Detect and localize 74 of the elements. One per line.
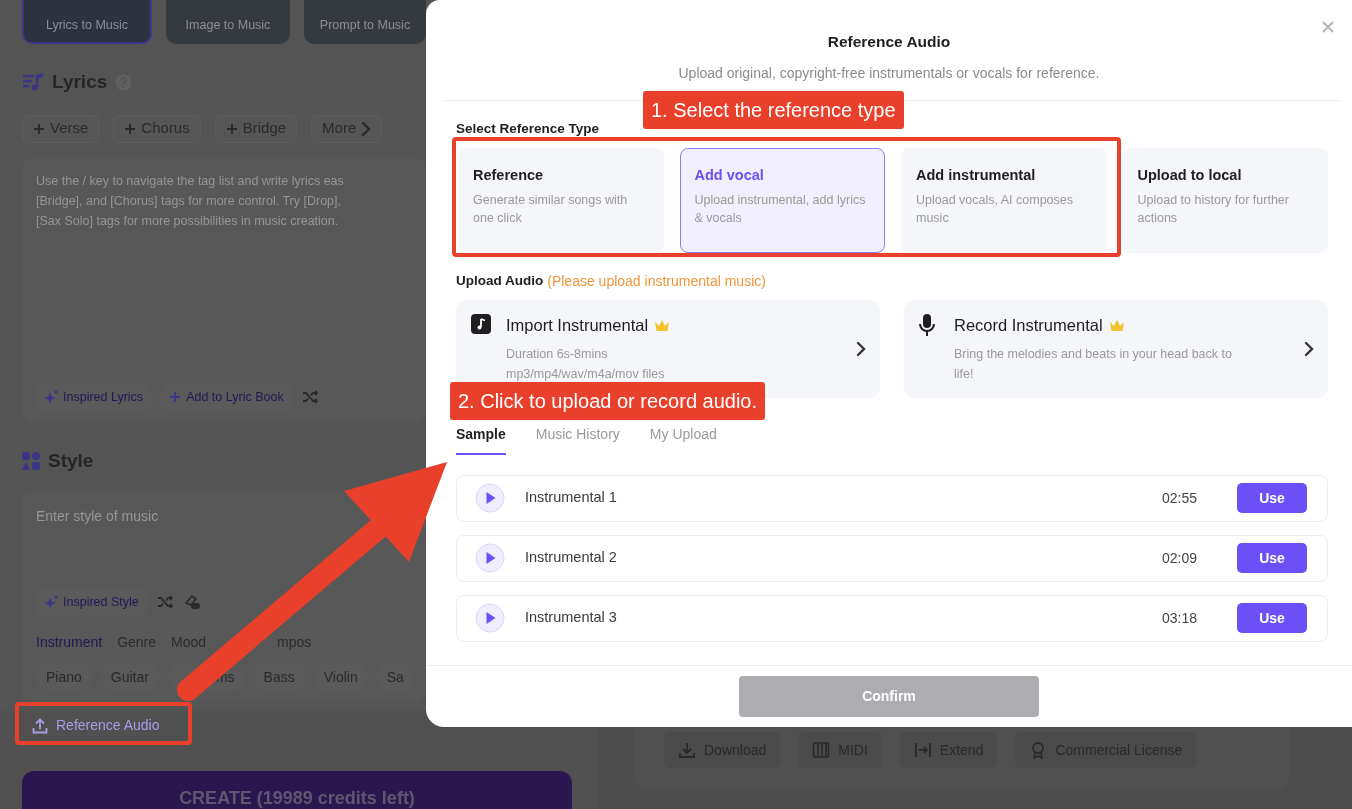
use-button[interactable]: Use bbox=[1237, 543, 1307, 573]
tab[interactable]: Sample bbox=[456, 423, 506, 455]
extend-icon bbox=[913, 741, 932, 759]
tab[interactable]: Music History bbox=[535, 423, 620, 455]
microphone-icon bbox=[918, 313, 936, 338]
music-file-icon bbox=[470, 313, 492, 336]
option-title: Import Instrumental bbox=[506, 315, 649, 337]
chevron-right-icon bbox=[361, 120, 372, 137]
callout-label: 2. Click to upload or record audio. bbox=[450, 382, 766, 420]
option-description: Bring the melodies and beats in your head back to bbox=[954, 345, 1232, 363]
lyrics-field[interactable]: Use the / key to navigate the tag list and write lyrics eas [Bridge], and [Chorus] tags for more control. Try [Drop], [Sax Solo] tags for more possibilities in music creation. Inspired Lyrics Add to Lyric Book bbox=[22, 158, 426, 421]
reference-type-card[interactable]: Reference Generate similar songs with one click bbox=[458, 147, 664, 253]
option-description: life! bbox=[954, 365, 975, 383]
dialog-subtitle: Upload original, copyright-free instrumentals or vocals for reference. bbox=[677, 64, 1101, 84]
tab[interactable]: My Upload bbox=[649, 423, 717, 455]
track-duration: 03:18 bbox=[1161, 608, 1197, 628]
track-name: Instrumental 1 bbox=[525, 488, 618, 508]
use-button[interactable]: Use bbox=[1237, 483, 1307, 513]
sparkle-icon bbox=[44, 390, 58, 405]
mode-card[interactable]: Lyrics to Music bbox=[22, 0, 152, 44]
upload-note: (Please upload instrumental music) bbox=[547, 271, 766, 291]
play-icon bbox=[475, 483, 505, 513]
reference-type-card[interactable]: Add vocal Upload instrumental, add lyrics & vocals bbox=[679, 147, 885, 253]
crown-icon bbox=[1108, 319, 1125, 332]
card-title: Add instrumental bbox=[916, 165, 1037, 185]
track-duration: 02:09 bbox=[1161, 548, 1197, 568]
download-icon bbox=[678, 741, 696, 759]
upload-icon bbox=[32, 717, 48, 734]
lyrics-icon bbox=[22, 72, 44, 93]
track-name: Instrumental 3 bbox=[525, 608, 618, 628]
option-title: Record Instrumental bbox=[954, 315, 1103, 337]
use-button[interactable]: Use bbox=[1237, 603, 1307, 633]
reference-type-card[interactable]: Upload to local Upload to history for further actions bbox=[1122, 147, 1328, 253]
reference-type-card[interactable]: Add instrumental Upload vocals, AI composes music bbox=[901, 147, 1107, 253]
option-description: mp3/mp4/wav/m4a/mov files bbox=[506, 365, 666, 383]
section-heading: Upload Audio bbox=[456, 271, 544, 290]
plus-icon bbox=[169, 391, 182, 404]
card-description: Upload instrumental, add lyrics & vocals bbox=[694, 192, 867, 228]
grid-icon bbox=[22, 451, 40, 470]
card-title: Add vocal bbox=[694, 165, 765, 185]
plus-icon bbox=[33, 122, 45, 135]
style-tab[interactable]: Instrument bbox=[36, 631, 103, 653]
record-option[interactable]: Record Instrumental Bring the melodies and beats in your head back to life! bbox=[904, 299, 1328, 398]
crown-icon bbox=[654, 319, 671, 332]
track-name: Instrumental 2 bbox=[525, 548, 618, 568]
shuffle-icon bbox=[156, 595, 173, 610]
create-button[interactable]: CREATE (19989 credits left) bbox=[22, 771, 572, 809]
play-icon bbox=[475, 543, 505, 573]
card-description: Generate similar songs with one click bbox=[473, 192, 629, 228]
card-description: Upload to history for further actions bbox=[1137, 192, 1290, 228]
close-icon bbox=[1322, 21, 1334, 34]
card-title: Reference bbox=[473, 165, 545, 185]
card-title: Upload to local bbox=[1137, 165, 1243, 185]
track-row[interactable]: Instrumental 1 02:55 Use bbox=[456, 474, 1328, 522]
mode-card[interactable]: Prompt to Music bbox=[304, 0, 426, 44]
piano-icon bbox=[812, 741, 831, 759]
reference-audio-button[interactable]: Reference Audio bbox=[22, 711, 170, 740]
play-icon bbox=[475, 603, 505, 633]
plus-icon bbox=[225, 122, 238, 135]
callout-label: 1. Select the reference type bbox=[643, 91, 904, 129]
plus-icon bbox=[124, 122, 137, 135]
chevron-right-icon bbox=[856, 340, 866, 357]
track-row[interactable]: Instrumental 2 02:09 Use bbox=[456, 534, 1328, 582]
shuffle-icon bbox=[301, 390, 318, 405]
option-description: Duration 6s-8mins bbox=[506, 345, 609, 363]
track-row[interactable]: Instrumental 3 03:18 Use bbox=[456, 594, 1328, 642]
section-heading: Select Reference Type bbox=[456, 120, 601, 139]
dialog-title: Reference Audio bbox=[826, 32, 952, 52]
card-description: Upload vocals, AI composes music bbox=[916, 192, 1075, 228]
eraser-icon bbox=[182, 594, 201, 611]
sparkle-icon bbox=[44, 595, 58, 610]
mode-card[interactable]: Image to Music bbox=[166, 0, 290, 44]
track-duration: 02:55 bbox=[1161, 488, 1197, 508]
chevron-right-icon bbox=[1304, 340, 1314, 357]
